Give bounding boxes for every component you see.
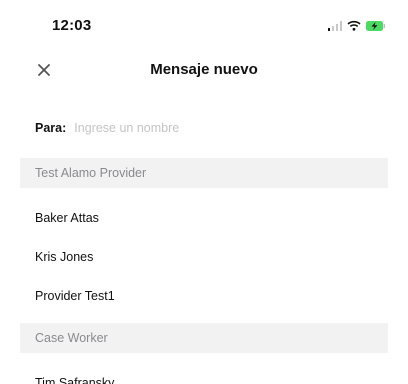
signal-icon [328,20,342,31]
recipient-row: Para: [20,110,388,146]
status-icons [328,20,386,31]
list-item[interactable]: Provider Test1 [20,276,388,315]
status-bar: 12:03 [0,0,408,44]
list-item[interactable]: Kris Jones [20,237,388,276]
battery-charging-icon [366,20,386,31]
contact-list: Test Alamo Provider Baker Attas Kris Jon… [20,158,388,384]
page-title: Mensaje nuevo [150,61,258,78]
recipient-input[interactable] [74,121,335,135]
section-header: Test Alamo Provider [20,158,388,188]
list-item[interactable]: Baker Attas [20,198,388,237]
nav-bar: Mensaje nuevo [0,48,408,92]
status-time: 12:03 [52,17,92,34]
to-label: Para: [35,121,67,135]
wifi-icon [347,20,361,31]
section-header: Case Worker [20,323,388,353]
list-item[interactable]: Tim Safransky [20,363,388,384]
